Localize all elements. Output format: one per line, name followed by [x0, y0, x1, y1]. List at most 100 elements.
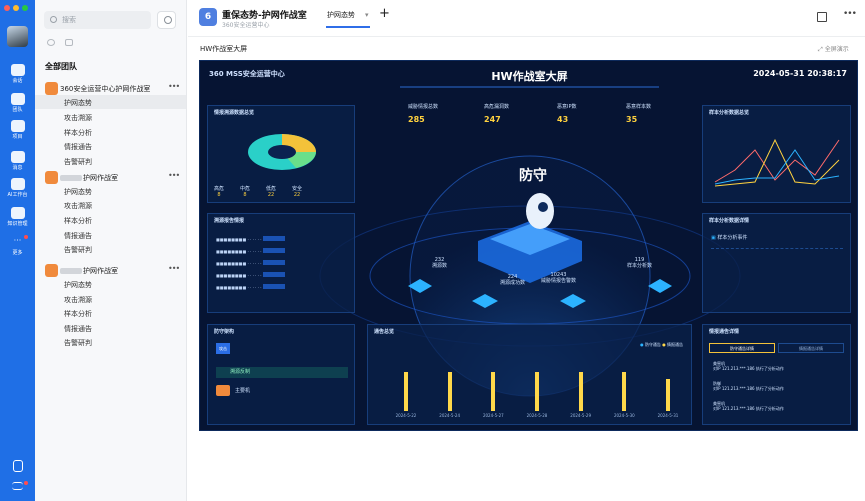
arch-label: 主要机 — [235, 388, 251, 394]
chart-legend: ● 防守通告 ● 情报通告 — [640, 342, 683, 348]
table-row: ■■■■■■■■ · · · · · · — [216, 272, 285, 278]
tab-underline — [326, 26, 370, 28]
sub-item[interactable]: 护网态势 — [64, 280, 92, 290]
zoom-window-icon[interactable] — [22, 5, 28, 11]
sub-item[interactable]: 攻击溯源 — [64, 113, 92, 123]
legend-label: 中危 — [240, 186, 251, 192]
section-title[interactable]: 全部团队 — [45, 61, 77, 72]
minimize-window-icon[interactable] — [13, 5, 19, 11]
add-tab-button[interactable]: + — [379, 6, 390, 21]
window-controls[interactable] — [4, 5, 28, 11]
knowledge-icon — [10, 207, 25, 219]
team-group[interactable]: 护网作战室 ••• — [35, 169, 187, 186]
selected-item-bg — [35, 95, 186, 109]
stat-block: 恶意样本数 35 — [626, 103, 651, 124]
rail-item-project[interactable]: 项目 — [0, 120, 35, 140]
rail-item-team[interactable]: 团队 — [0, 93, 35, 113]
rail-item-label: 会话 — [12, 78, 23, 84]
more-icon[interactable]: ••• — [168, 82, 180, 91]
sub-item[interactable]: 告警研判 — [64, 157, 92, 167]
legend-item: 低危 22 — [266, 185, 276, 198]
more-icon[interactable]: ••• — [168, 171, 180, 180]
stat-label: 高危漏洞数 — [484, 104, 510, 110]
stat-block: 恶意IP数 43 — [557, 103, 577, 124]
sub-item[interactable]: 护网态势 — [64, 187, 92, 197]
rail-item-message[interactable]: 消息 — [0, 151, 35, 171]
team-icon — [10, 93, 25, 105]
stat-value: 35 — [626, 115, 638, 124]
panel-defense-arch: 防守架构 攻击 溯源反制 主要机 — [207, 324, 355, 425]
panel-title: 防守架构 — [214, 329, 235, 335]
node-trace-success: 224 溯源成功数 — [500, 274, 525, 286]
team-group[interactable]: 360安全运营中心护网作战室 ••• — [35, 80, 187, 97]
team-sidebar: 搜索 全部团队 360安全运营中心护网作战室 ••• 护网态势 攻击溯源 样本分… — [35, 0, 187, 501]
node-trace-count: 232 溯源数 — [432, 257, 447, 269]
close-window-icon[interactable] — [4, 5, 10, 11]
panel-title: 样本分析数据详情 — [709, 218, 750, 224]
notification-dot — [24, 481, 28, 485]
legend-item: 安全 22 — [292, 185, 302, 198]
team-icon — [45, 171, 58, 184]
rail-bookmark[interactable] — [0, 460, 35, 472]
node-label: 溯源数 — [432, 263, 448, 269]
intel-text: 对IP 121.213.***.186 执行了分析动作 — [713, 406, 784, 411]
tab-dropdown-icon[interactable]: ▾ — [365, 11, 369, 19]
fullscreen-label: 全屏演示 — [824, 46, 849, 53]
sub-item[interactable]: 样本分析 — [64, 128, 92, 138]
team-name: 护网作战室 — [83, 174, 118, 182]
sub-item[interactable]: 攻击溯源 — [64, 201, 92, 211]
tab-intel-notice[interactable]: 情报通告详情 — [778, 343, 844, 353]
sub-item[interactable]: 样本分析 — [64, 309, 92, 319]
legend-label: 安全 — [292, 186, 303, 192]
rail-item-chat[interactable]: 会话 — [0, 64, 35, 84]
arch-node-icon — [216, 385, 230, 396]
sub-item[interactable]: 攻击溯源 — [64, 295, 92, 305]
row-action[interactable] — [262, 284, 285, 289]
node-label: 溯源成功数 — [500, 280, 526, 286]
expand-icon[interactable] — [817, 12, 827, 22]
project-badge: 6 — [199, 8, 217, 26]
sample-event-label: 样本分析事件 — [717, 235, 748, 241]
stat-label: 恶意IP数 — [557, 104, 577, 110]
avatar[interactable] — [7, 26, 28, 47]
sub-item[interactable]: 样本分析 — [64, 216, 92, 226]
fullscreen-button[interactable]: ⤢ 全屏演示 — [818, 44, 849, 54]
stat-block: 威胁情报总数 285 — [408, 103, 438, 124]
tab-defense-notice[interactable]: 防守通告详情 — [709, 343, 775, 353]
row-action[interactable] — [262, 248, 285, 253]
sub-item[interactable]: 情报通告 — [64, 231, 92, 241]
legend-item: 中危 8 — [240, 185, 250, 198]
row-action[interactable] — [262, 260, 285, 265]
legend-dot: ● — [662, 342, 666, 347]
inbox-icon[interactable] — [65, 39, 73, 46]
rail-menu[interactable] — [0, 481, 35, 490]
x-tick-label: 2024-5-30 — [613, 413, 635, 418]
sub-item[interactable]: 情报通告 — [64, 324, 92, 334]
search-placeholder: 搜索 — [62, 16, 76, 24]
rail-item-knowledge[interactable]: 知识管理 — [0, 207, 35, 227]
rail-item-label: AI工作台 — [7, 192, 28, 198]
notice-bar — [535, 372, 539, 411]
search-input[interactable]: 搜索 — [44, 11, 151, 29]
more-options-button[interactable]: ••• — [843, 9, 857, 19]
sub-item[interactable]: 情报通告 — [64, 142, 92, 152]
add-contact-button[interactable] — [157, 11, 176, 29]
sub-item[interactable]: 告警研判 — [64, 245, 92, 255]
row-action[interactable] — [262, 272, 285, 277]
stat-block: 高危漏洞数 247 — [484, 103, 509, 124]
panel-intel-sources: 情报溯源数据总览 高危 8 中危 8 低危 22 安全 22 — [207, 105, 355, 203]
project-icon — [10, 120, 25, 132]
team-icon — [45, 264, 58, 277]
notice-bar — [666, 378, 670, 411]
rail-item-more[interactable]: ··· 更多 — [0, 235, 35, 256]
team-group[interactable]: 护网作战室 ••• — [35, 262, 187, 279]
tab-dashboard[interactable]: 护网态势 — [327, 10, 355, 20]
sub-item[interactable]: 告警研判 — [64, 338, 92, 348]
more-icon[interactable]: ••• — [168, 264, 180, 273]
sub-item[interactable]: 护网态势 — [64, 98, 92, 108]
at-icon[interactable] — [47, 39, 55, 46]
rail-item-ai[interactable]: AI工作台 — [0, 178, 35, 198]
page-subtitle: 360安全运营中心 — [222, 22, 270, 29]
legend-label: 低危 — [266, 186, 277, 192]
row-action[interactable] — [262, 236, 285, 241]
